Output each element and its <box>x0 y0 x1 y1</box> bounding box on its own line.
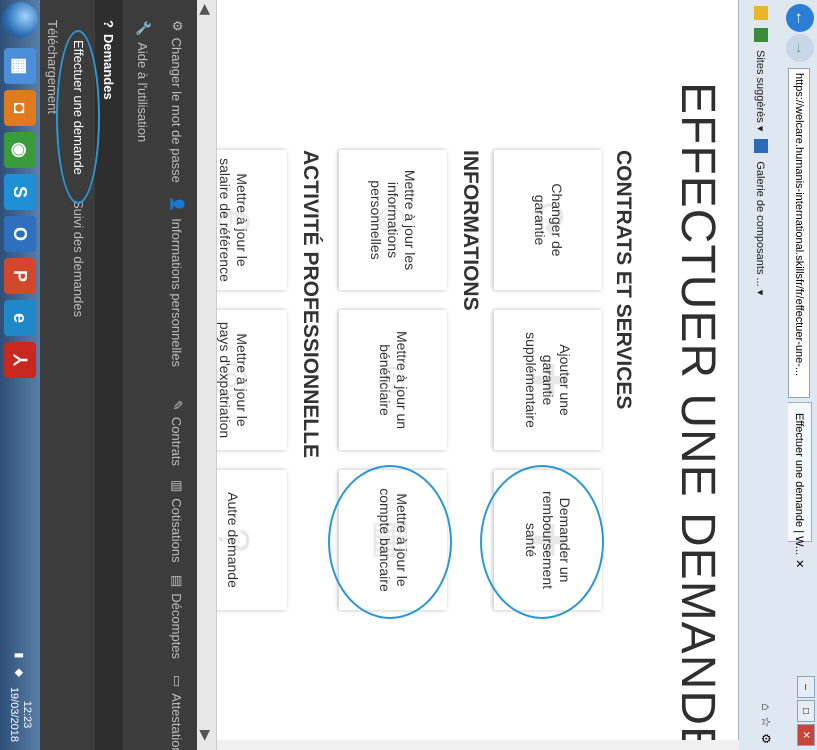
sidebar-item-cotisations[interactable]: ▥ Cotisations <box>169 480 186 563</box>
sidebar-item-telechargement[interactable]: Téléchargement <box>46 20 61 114</box>
list-icon: ▤ <box>170 575 185 588</box>
volume-icon[interactable]: ◆ <box>14 668 27 676</box>
rotated-frame: ← → https://welcare.humanis-internationa… <box>0 0 817 750</box>
tab-title: Effectuer une demande | W... <box>793 413 806 556</box>
gear-icon: ⚙ <box>170 20 185 32</box>
taskbar-chrome-icon[interactable]: ◉ <box>4 132 36 168</box>
favorites-star-icon[interactable] <box>754 6 768 20</box>
section-title-contrats: CONTRATS ET SERVICES <box>612 150 635 410</box>
clock-date: 19/03/2018 <box>8 686 20 742</box>
sidebar-item-contrats[interactable]: ✎ Contrats <box>169 400 186 466</box>
window-controls: – □ ✕ <box>797 676 815 746</box>
scroll-right-arrow-icon[interactable]: ▶ <box>197 730 214 741</box>
taskbar-powerpoint-icon[interactable]: P <box>4 258 36 294</box>
contract-icon: ✎ <box>170 400 185 411</box>
card-changer-garantie[interactable]: ⟳ Changer de garantie <box>494 150 602 290</box>
gallery-icon <box>754 139 768 154</box>
section-title-informations: INFORMATIONS <box>459 150 482 311</box>
taskbar-explorer-icon[interactable]: ▦ <box>4 48 36 84</box>
start-button[interactable] <box>2 2 38 38</box>
system-tray: ▮ ◆ 12:23 19/03/2018 <box>4 652 36 742</box>
sidebar-item-attestation[interactable]: ▭Attestation d'assurance <box>169 675 186 750</box>
home-icon[interactable]: ⌂ <box>759 703 773 710</box>
favorites-icon[interactable]: ☆ <box>759 716 773 727</box>
sidebar-submenu: Effectuer une demande Suivi des demandes <box>65 0 93 750</box>
favorite-gallery[interactable]: Galerie de composants ... ▾ <box>755 161 768 295</box>
favorite-suggested-sites[interactable]: Sites suggérés ▾ <box>755 50 768 131</box>
user-icon: 👤 <box>170 196 185 213</box>
favorites-bar: Sites suggérés ▾ Galerie de composants .… <box>749 0 773 750</box>
address-bar[interactable]: https://welcare.humanis-international.sk… <box>788 68 810 398</box>
maximize-button[interactable]: □ <box>797 700 815 722</box>
browser-chrome: ← → https://welcare.humanis-internationa… <box>738 0 817 750</box>
card-ajouter-garantie[interactable]: ✚ Ajouter une garantie supplémentaire <box>494 310 602 450</box>
close-window-button[interactable]: ✕ <box>797 724 815 746</box>
sidebar-item-decomptes[interactable]: ▤ Décomptes <box>169 575 186 659</box>
section-title-activite: ACTIVITÉ PROFESSIONNELLE <box>299 150 322 459</box>
back-button[interactable]: ← <box>786 4 814 32</box>
card-maj-compte-bancaire[interactable]: ▦ Mettre à jour le compte bancaire <box>339 470 447 610</box>
scroll-left-arrow-icon[interactable]: ◀ <box>197 4 214 15</box>
taskbar-outlook-app-icon[interactable]: O <box>4 216 36 252</box>
sidebar-item-informations[interactable]: 👤 Informations personnelles <box>169 196 186 367</box>
browser-tab[interactable]: Effectuer une demande | W... ✕ <box>788 402 812 568</box>
url-text: https://welcare.humanis-international.sk… <box>793 73 805 377</box>
chart-icon: ▥ <box>170 480 185 493</box>
card-remboursement-sante[interactable]: ✚ Demander un remboursement santé <box>494 470 602 610</box>
sidebar-sub-effectuer-demande[interactable]: Effectuer une demande <box>72 40 87 175</box>
vertical-scrollbar[interactable] <box>199 740 739 750</box>
card-maj-beneficiaire[interactable]: ☺ Mettre à jour un bénéficiaire <box>339 310 447 450</box>
page-title: EFFECTUER UNE DEMANDE <box>671 82 724 750</box>
sidebar: ⚙ Changer le mot de passe 👤 Informations p… <box>40 0 197 750</box>
taskbar-skype-icon[interactable]: S <box>4 174 36 210</box>
sidebar-item-aide[interactable]: 🔧 Aide à l'utilisation <box>135 20 152 142</box>
screen: ← → https://welcare.humanis-internationa… <box>0 0 817 750</box>
sidebar-scrollbar[interactable]: ◀ ▶ <box>196 0 217 750</box>
taskbar: ▦ ◘ ◉ S O P e ⅄ ▮ ◆ 12:23 19/03/2018 <box>0 0 40 750</box>
sidebar-row-telechargement: Téléchargement <box>39 0 67 750</box>
sidebar-item-demandes[interactable]: ? Demandes <box>102 20 117 100</box>
sidebar-sub-suivi-demandes[interactable]: Suivi des demandes <box>72 200 87 317</box>
sidebar-row-aide: 🔧 Aide à l'utilisation <box>129 0 157 750</box>
settings-gear-icon[interactable]: ⚙ <box>759 733 773 744</box>
sidebar-section-demandes: ? Demandes <box>95 0 123 750</box>
taskbar-ie-icon[interactable]: e <box>4 300 36 336</box>
sidebar-item-changer-mot-de-passe[interactable]: ⚙ Changer le mot de passe <box>169 20 186 183</box>
certificate-icon: ▭ <box>170 675 185 688</box>
suggested-sites-icon <box>754 28 768 42</box>
wrench-icon: 🔧 <box>136 20 151 37</box>
taskbar-outlook-icon[interactable]: ◘ <box>4 90 36 126</box>
question-icon: ? <box>101 20 117 28</box>
card-maj-informations[interactable]: ☺ Mettre à jour les informations personne… <box>339 150 447 290</box>
clock-time: 12:23 <box>21 700 33 729</box>
sidebar-row-main: ⚙ Changer le mot de passe 👤 Informations p… <box>163 0 191 750</box>
forward-button[interactable]: → <box>786 34 814 62</box>
network-icon[interactable]: ▮ <box>14 652 27 658</box>
toolbar-icons: ⌂ ☆ ⚙ <box>759 703 773 744</box>
taskbar-acrobat-icon[interactable]: ⅄ <box>4 342 36 378</box>
tab-close-icon[interactable]: ✕ <box>793 559 806 568</box>
minimize-button[interactable]: – <box>797 676 815 698</box>
clock[interactable]: 12:23 19/03/2018 <box>7 687 33 742</box>
